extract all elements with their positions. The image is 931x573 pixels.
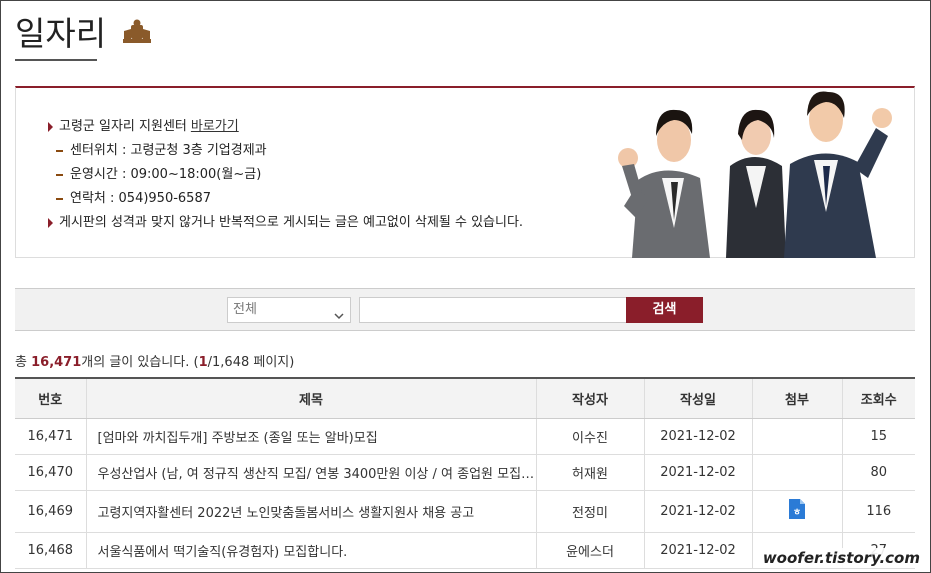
dash-bullet-icon xyxy=(56,198,63,200)
info-notice-row: 게시판의 성격과 맞지 않거나 반복적으로 게시되는 글은 예고없이 삭제될 수… xyxy=(48,211,523,235)
left-man-figure xyxy=(618,109,710,258)
header-views: 조회수 xyxy=(841,377,915,419)
search-bar: 전체 검색 xyxy=(15,288,915,331)
page-title: 일자리 xyxy=(15,14,107,53)
dash-bullet-icon xyxy=(56,150,63,152)
table-row[interactable]: 16,470 우성산업사 (남, 여 정규직 생산직 모집/ 연봉 3400만원… xyxy=(15,454,915,491)
row-views: 116 xyxy=(841,490,915,533)
right-man-figure xyxy=(784,91,892,258)
chevron-down-icon xyxy=(334,305,344,329)
table-row[interactable]: 16,469 고령지역자활센터 2022년 노인맞춤돌봄서비스 생활지원사 채용… xyxy=(15,490,915,533)
current-page: 1 xyxy=(198,355,208,370)
row-views: 80 xyxy=(841,454,915,491)
row-views: 15 xyxy=(841,418,915,455)
row-attachment xyxy=(751,454,842,491)
watermark: woofer.tistory.com xyxy=(756,548,926,568)
row-author: 허재원 xyxy=(535,454,644,491)
header-attachment: 첨부 xyxy=(751,377,842,419)
row-subject-link[interactable]: [엄마와 까치집두개] 주방보조 (종일 또는 알바)모집 xyxy=(85,418,536,455)
crown-icon xyxy=(122,19,152,49)
row-no: 16,468 xyxy=(15,532,86,569)
info-box: 고령군 일자리 지원센터 바로가기 센터위치 : 고령군청 3층 기업경제과 운… xyxy=(15,86,915,258)
location-text: 센터위치 : 고령군청 3층 기업경제과 xyxy=(70,143,267,158)
search-input[interactable] xyxy=(359,297,627,323)
count-prefix: 총 xyxy=(15,355,27,370)
page-header: 일자리 xyxy=(15,7,152,55)
row-author: 이수진 xyxy=(535,418,644,455)
row-date: 2021-12-02 xyxy=(643,454,752,491)
woman-figure xyxy=(726,109,786,258)
post-count-summary: 총 16,471개의 글이 있습니다. (1/1,648 페이지) xyxy=(15,355,295,370)
page-word: 페이지 xyxy=(253,355,290,370)
row-attachment xyxy=(751,418,842,455)
board-table: 번호 제목 작성자 작성일 첨부 조회수 16,471 [엄마와 까치집두개] … xyxy=(15,377,915,569)
row-no: 16,469 xyxy=(15,490,86,533)
row-attachment: ㅎ xyxy=(751,490,842,533)
header-date: 작성일 xyxy=(643,377,752,419)
row-subject-link[interactable]: 우성산업사 (남, 여 정규직 생산직 모집/ 연봉 3400만원 이상 / 여… xyxy=(85,454,536,491)
hours-text: 운영시간 : 09:00~18:00(월~금) xyxy=(70,167,262,182)
row-author: 윤에스더 xyxy=(535,532,644,569)
header-subject: 제목 xyxy=(85,377,536,419)
notice-text: 게시판의 성격과 맞지 않거나 반복적으로 게시되는 글은 예고없이 삭제될 수… xyxy=(59,215,524,230)
triangle-bullet-icon xyxy=(48,122,53,132)
info-location-row: 센터위치 : 고령군청 3층 기업경제과 xyxy=(48,139,523,163)
table-header-row: 번호 제목 작성자 작성일 첨부 조회수 xyxy=(15,377,915,419)
row-subject-link[interactable]: 고령지역자활센터 2022년 노인맞춤돌봄서비스 생활지원사 채용 공고 xyxy=(85,490,536,533)
total-count: 16,471 xyxy=(31,355,82,370)
search-category-select[interactable]: 전체 xyxy=(227,297,351,323)
search-category-value: 전체 xyxy=(233,302,257,317)
row-date: 2021-12-02 xyxy=(643,532,752,569)
title-underline xyxy=(15,59,97,61)
triangle-bullet-icon xyxy=(48,218,53,228)
center-shortcut-link[interactable]: 바로가기 xyxy=(191,115,239,139)
info-center-row: 고령군 일자리 지원센터 바로가기 xyxy=(48,115,523,139)
info-contact-row: 연락처 : 054)950-6587 xyxy=(48,187,523,211)
row-subject-link[interactable]: 서울식품에서 떡기술직(유경험자) 모집합니다. xyxy=(85,532,536,569)
count-suffix: 개의 글이 있습니다. xyxy=(81,355,190,370)
row-no: 16,471 xyxy=(15,418,86,455)
contact-text: 연락처 : 054)950-6587 xyxy=(70,191,211,206)
row-date: 2021-12-02 xyxy=(643,490,752,533)
people-photo xyxy=(614,88,914,258)
total-pages: 1,648 xyxy=(212,355,250,370)
svg-text:ㅎ: ㅎ xyxy=(793,508,801,518)
row-author: 전정미 xyxy=(535,490,644,533)
search-button[interactable]: 검색 xyxy=(626,297,703,323)
row-no: 16,470 xyxy=(15,454,86,491)
info-list: 고령군 일자리 지원센터 바로가기 센터위치 : 고령군청 3층 기업경제과 운… xyxy=(48,115,523,235)
row-date: 2021-12-02 xyxy=(643,418,752,455)
dash-bullet-icon xyxy=(56,174,63,176)
center-label: 고령군 일자리 지원센터 xyxy=(59,119,187,134)
header-no: 번호 xyxy=(15,377,86,419)
hwp-file-icon[interactable]: ㅎ xyxy=(788,498,806,524)
header-author: 작성자 xyxy=(535,377,644,419)
info-hours-row: 운영시간 : 09:00~18:00(월~금) xyxy=(48,163,523,187)
table-row[interactable]: 16,471 [엄마와 까치집두개] 주방보조 (종일 또는 알바)모집 이수진… xyxy=(15,418,915,455)
